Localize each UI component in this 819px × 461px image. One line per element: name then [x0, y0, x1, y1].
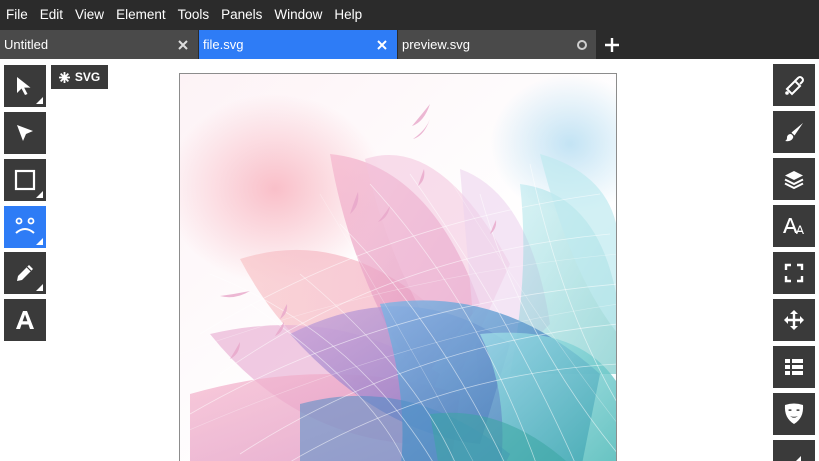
- submenu-indicator: [36, 284, 43, 291]
- submenu-indicator: [36, 238, 43, 245]
- menu-help[interactable]: Help: [328, 0, 368, 30]
- mask-panel-button[interactable]: [773, 393, 815, 435]
- bezier-face-icon: [15, 217, 35, 234]
- fill-panel-button[interactable]: [773, 64, 815, 106]
- tab-untitled[interactable]: Untitled: [0, 30, 199, 59]
- export-panel-button[interactable]: [773, 440, 815, 461]
- artwork-image: [180, 74, 616, 461]
- asterisk-icon: [58, 71, 70, 83]
- new-tab-button[interactable]: [597, 30, 627, 59]
- font-panel-button[interactable]: [773, 205, 815, 247]
- pencil-tool-button[interactable]: [4, 252, 46, 294]
- letter-a-icon: [16, 311, 34, 329]
- tab-preview-svg[interactable]: preview.svg: [398, 30, 597, 59]
- menu-element[interactable]: Element: [110, 0, 172, 30]
- move-icon: [784, 310, 804, 330]
- arrange-panel-button[interactable]: [773, 299, 815, 341]
- brush-icon: [785, 123, 803, 142]
- menu-tools[interactable]: Tools: [172, 0, 216, 30]
- submenu-indicator: [36, 97, 43, 104]
- unsaved-dot-icon[interactable]: [577, 40, 587, 50]
- tab-label: Untitled: [4, 37, 49, 52]
- layers-panel-button[interactable]: [773, 158, 815, 200]
- menu-file[interactable]: File: [0, 0, 34, 30]
- tab-label: file.svg: [203, 37, 244, 52]
- arrow-cursor-icon: [17, 77, 31, 95]
- menu-view[interactable]: View: [69, 0, 110, 30]
- properties-panel-button[interactable]: [773, 346, 815, 388]
- square-icon: [14, 169, 36, 191]
- menu-edit[interactable]: Edit: [34, 0, 69, 30]
- list-icon: [785, 359, 803, 375]
- tab-label: preview.svg: [402, 37, 470, 52]
- menu-panels[interactable]: Panels: [215, 0, 268, 30]
- stroke-panel-button[interactable]: [773, 111, 815, 153]
- tab-file-svg[interactable]: file.svg: [199, 30, 398, 59]
- expand-icon: [784, 263, 804, 283]
- layers-icon: [784, 171, 804, 190]
- submenu-indicator: [36, 191, 43, 198]
- badge-label: SVG: [74, 70, 101, 84]
- node-tool-button[interactable]: [4, 112, 46, 154]
- menu-bar: File Edit View Element Tools Panels Wind…: [0, 0, 819, 30]
- node-arrow-icon: [17, 125, 33, 141]
- corner-icon: [796, 456, 801, 461]
- svg-root-badge[interactable]: SVG: [51, 65, 108, 89]
- mask-icon: [784, 403, 804, 424]
- pencil-icon: [17, 265, 33, 281]
- paint-bucket-icon: [785, 76, 804, 96]
- rectangle-tool-button[interactable]: [4, 159, 46, 201]
- transform-panel-button[interactable]: [773, 252, 815, 294]
- menu-window[interactable]: Window: [268, 0, 328, 30]
- tab-bar: Untitled file.svg preview.svg: [0, 30, 819, 59]
- select-tool-button[interactable]: [4, 65, 46, 107]
- close-icon[interactable]: [176, 30, 190, 59]
- text-tool-button[interactable]: [4, 299, 46, 341]
- path-tool-button[interactable]: [4, 206, 46, 248]
- plus-icon: [605, 37, 619, 52]
- drawing-canvas[interactable]: [179, 73, 617, 461]
- font-icon: [783, 218, 804, 234]
- close-icon[interactable]: [375, 30, 389, 59]
